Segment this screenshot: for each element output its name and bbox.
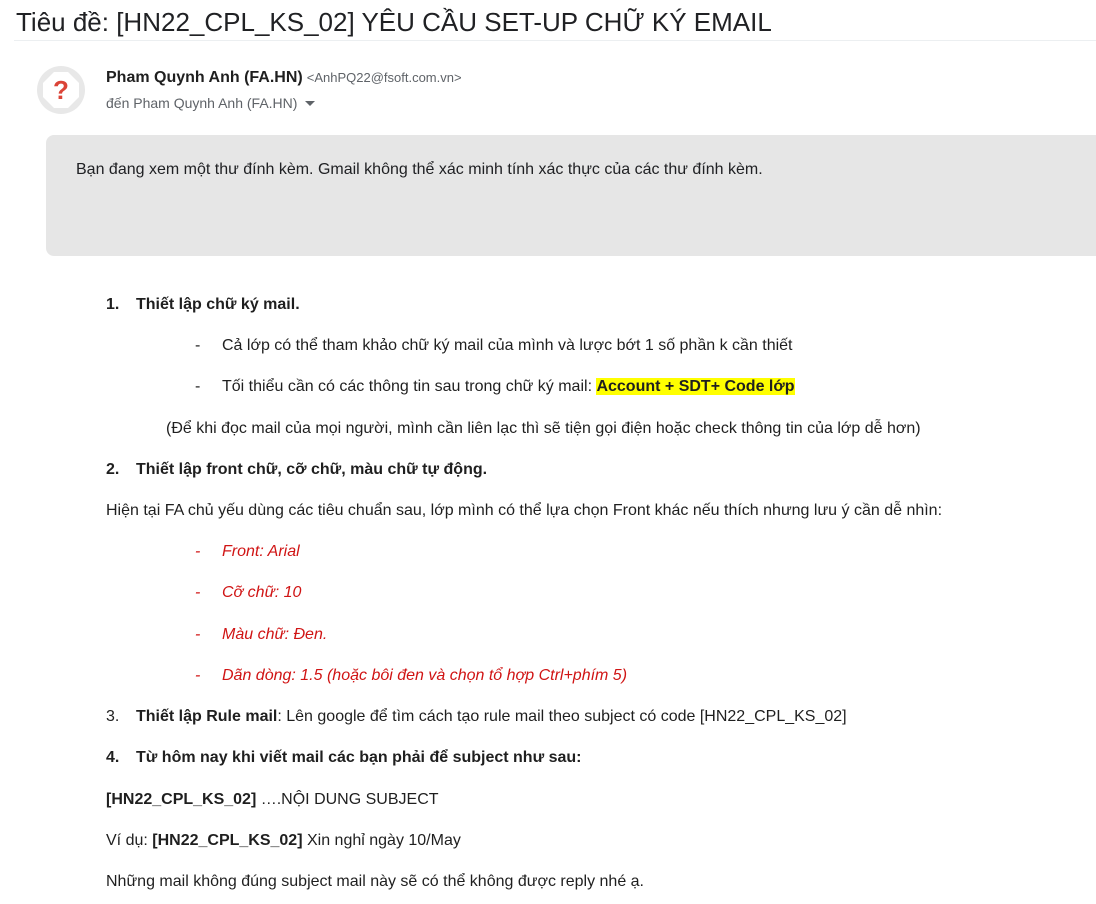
sender-line: Pham Quynh Anh (FA.HN) <AnhPQ22@fsoft.com… [106, 68, 462, 88]
section-1-bullet-2-text: Tối thiểu cần có các thông tin sau trong… [222, 378, 597, 395]
bullet-marker: - [195, 626, 201, 643]
subject-example-rest: Xin nghỉ ngày 10/May [302, 832, 461, 849]
section-4-number: 4. [106, 749, 120, 766]
section-2-heading: 2. Thiết lập front chữ, cỡ chữ, màu chữ t… [106, 460, 487, 480]
sender-name[interactable]: Pham Quynh Anh (FA.HN) [106, 69, 303, 86]
section-2-item-4: - Dãn dòng: 1.5 (hoặc bôi đen và chọn tổ … [195, 666, 627, 686]
section-2-title: Thiết lập front chữ, cỡ chữ, màu chữ tự … [136, 461, 488, 478]
section-1-bullet-2: - Tối thiểu cần có các thông tin sau tron… [195, 377, 795, 397]
section-1-bullet-1-text: Cả lớp có thể tham khảo chữ ký mail của … [222, 337, 793, 354]
subject-example-prefix: Ví dụ: [106, 832, 153, 849]
subject-format-line: [HN22_CPL_KS_02] ….NỘI DUNG SUBJECT [106, 790, 439, 810]
sender-email: <AnhPQ22@fsoft.com.vn> [306, 70, 462, 85]
subject-divider [14, 40, 1096, 41]
subject-example-code: [HN22_CPL_KS_02] [152, 832, 303, 849]
email-subject: Tiêu đề: [HN22_CPL_KS_02] YÊU CẦU SET-UP… [16, 7, 772, 37]
section-1-number: 1. [106, 296, 120, 313]
bullet-marker: - [195, 378, 201, 395]
closing-note: Những mail không đúng subject mail này s… [106, 873, 644, 890]
section-2-item-3-text: Màu chữ: Đen. [222, 626, 328, 643]
subject-example-line: Ví dụ: [HN22_CPL_KS_02] Xin nghỉ ngày 10… [106, 831, 461, 851]
section-1-heading: 1. Thiết lập chữ ký mail. [106, 295, 300, 315]
bullet-marker: - [195, 584, 201, 601]
section-2-intro: Hiện tại FA chủ yếu dùng các tiêu chuẩn … [106, 502, 943, 519]
recipient-text: đến Pham Quynh Anh (FA.HN) [106, 95, 298, 111]
recipient-line[interactable]: đến Pham Quynh Anh (FA.HN) [106, 93, 316, 113]
section-3-line: 3. Thiết lập Rule mail: Lên google để tìm… [106, 707, 847, 727]
section-2-item-4-text: Dãn dòng: 1.5 (hoặc bôi đen và chọn tổ h… [222, 667, 628, 684]
section-2-number: 2. [106, 461, 120, 478]
attachment-notice: Bạn đang xem một thư đính kèm. Gmail khô… [46, 135, 1096, 256]
subject-format-rest: ….NỘI DUNG SUBJECT [256, 791, 439, 808]
bullet-marker: - [195, 667, 201, 684]
section-1-title: Thiết lập chữ ký mail. [136, 296, 300, 313]
section-4-title: Từ hôm nay khi viết mail các bạn phải để… [136, 749, 582, 766]
section-2-item-3: - Màu chữ: Đen. [195, 625, 327, 645]
section-1-note: (Để khi đọc mail của mọi người, mình cần… [166, 420, 921, 437]
bullet-marker: - [195, 337, 201, 354]
avatar-glyph: ? [53, 75, 69, 105]
section-2-item-1-text: Front: Arial [222, 543, 300, 560]
section-2-item-1: - Front: Arial [195, 542, 300, 562]
highlighted-requirement: Account + SDT+ Code lớp [596, 378, 795, 395]
section-2-item-2: - Cỡ chữ: 10 [195, 583, 301, 603]
attachment-notice-text: Bạn đang xem một thư đính kèm. Gmail khô… [76, 161, 763, 178]
section-3-title: Thiết lập Rule mail [136, 708, 278, 725]
unknown-sender-icon: ? [43, 72, 79, 108]
section-2-item-2-text: Cỡ chữ: 10 [222, 584, 302, 601]
section-4-heading: 4. Từ hôm nay khi viết mail các bạn phải … [106, 748, 582, 768]
section-3-number: 3. [106, 708, 120, 725]
bullet-marker: - [195, 543, 201, 560]
chevron-down-icon[interactable] [305, 100, 316, 106]
sender-avatar[interactable]: ? [37, 66, 85, 114]
section-1-bullet-1: - Cả lớp có thể tham khảo chữ ký mail của… [195, 336, 793, 356]
section-3-text: : Lên google để tìm cách tạo rule mail t… [277, 708, 847, 725]
subject-format-code: [HN22_CPL_KS_02] [106, 791, 257, 808]
